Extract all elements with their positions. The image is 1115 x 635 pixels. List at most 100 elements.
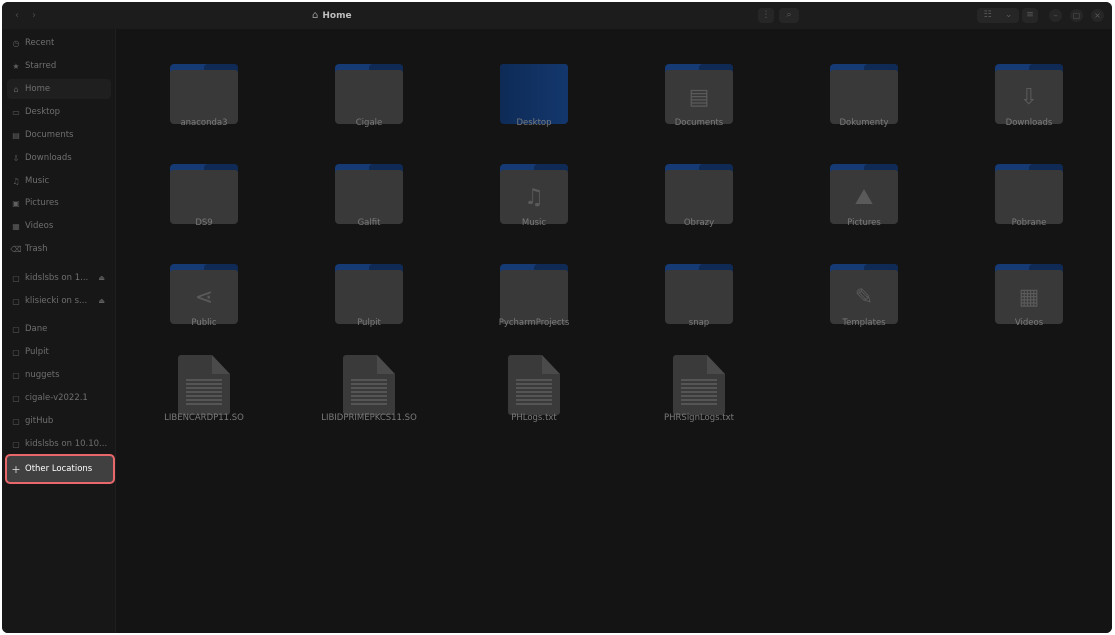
file-name: PHLogs.txt <box>511 413 557 423</box>
folder-item[interactable]: Desktop <box>469 46 599 136</box>
file-name: Pobrane <box>1011 218 1047 228</box>
sidebar-item-kidslsbs-on-10-10[interactable]: ▢ kidslsbs on 10.10... <box>7 434 111 454</box>
sidebar-item-label: Pulpit <box>25 347 49 357</box>
folder-item[interactable]: Pulpit <box>304 246 434 336</box>
sidebar-item-recent[interactable]: ◷ Recent <box>7 33 111 53</box>
sidebar-item-klisiecki-on-s[interactable]: ▢ klisiecki on s... ⏏ <box>7 291 111 311</box>
folder-item[interactable]: PycharmProjects <box>469 246 599 336</box>
file-name: Pulpit <box>357 318 381 328</box>
text-file-icon <box>508 355 560 415</box>
file-name: Music <box>521 218 547 228</box>
plus-icon: + <box>11 462 21 476</box>
file-name: Videos <box>1014 318 1044 328</box>
folder-item[interactable]: DS9 <box>139 146 269 236</box>
clock-icon: ◷ <box>12 38 20 48</box>
list-view-button[interactable]: ≡ <box>1022 8 1038 23</box>
sidebar-item-kidslsbs-on-1[interactable]: ▢ kidslsbs on 1... ⏏ <box>7 268 111 288</box>
sidebar-item-nuggets[interactable]: ▢ nuggets <box>7 365 111 385</box>
file-grid: anaconda3 Cigale Desktop ▤ Documents Dokument… <box>116 29 1112 633</box>
minimize-button[interactable]: – <box>1049 9 1062 22</box>
sidebar-item-other-locations[interactable]: + Other Locations <box>5 454 115 484</box>
sidebar-item-music[interactable]: ♫ Music <box>7 171 111 191</box>
folder-icon <box>335 164 403 224</box>
sidebar-item-label: Desktop <box>25 107 61 117</box>
sidebar-item-videos[interactable]: ▦ Videos <box>7 216 111 236</box>
folder-item[interactable]: Obrazy <box>634 146 764 236</box>
eject-icon[interactable]: ⏏ <box>98 297 105 305</box>
folder-item[interactable]: ▤ Documents <box>634 46 764 136</box>
sidebar-item-pulpit[interactable]: ▢ Pulpit <box>7 342 111 362</box>
file-name: anaconda3 <box>180 118 228 128</box>
forward-button[interactable]: › <box>28 9 40 23</box>
folder-item[interactable]: Pobrane <box>964 146 1094 236</box>
desktop-folder-icon <box>500 64 568 124</box>
folder-item[interactable]: ⛰ Pictures <box>799 146 929 236</box>
sidebar-item-github[interactable]: ▢ gitHub <box>7 411 111 431</box>
file-item[interactable]: PHLogs.txt <box>469 341 599 431</box>
sidebar-item-cigale-v2022-1[interactable]: ▢ cigale-v2022.1 <box>7 388 111 408</box>
sidebar-item-label: Downloads <box>25 153 72 163</box>
sidebar-item-downloads[interactable]: ⇩ Downloads <box>7 148 111 168</box>
trash-icon: ⌫ <box>10 244 22 254</box>
sort-icon: ☷ <box>983 10 992 20</box>
sidebar-item-desktop[interactable]: ▭ Desktop <box>7 102 111 122</box>
file-item[interactable]: LIBENCARDP11.SO <box>139 341 269 431</box>
folder-item[interactable]: snap <box>634 246 764 336</box>
folder-icon: ▢ <box>12 439 20 449</box>
folder-icon: ▢ <box>12 370 20 380</box>
folder-icon <box>500 264 568 324</box>
sidebar-item-starred[interactable]: ★ Starred <box>7 56 111 76</box>
folder-item[interactable]: anaconda3 <box>139 46 269 136</box>
close-button[interactable]: × <box>1091 9 1104 22</box>
sidebar-item-label: kidslsbs on 10.10... <box>25 439 108 449</box>
sidebar-item-label: Dane <box>25 324 48 334</box>
text-file-icon <box>178 355 230 415</box>
folder-icon: ▢ <box>12 324 20 334</box>
file-name: Public <box>191 318 217 328</box>
view-options-group[interactable]: ☷ ⌄ <box>977 8 1019 23</box>
file-name: Documents <box>674 118 724 128</box>
sidebar-item-trash[interactable]: ⌫ Trash <box>7 239 111 259</box>
search-button[interactable]: ⌕ <box>779 8 799 23</box>
eject-icon[interactable]: ⏏ <box>98 274 105 282</box>
folder-item[interactable]: Cigale <box>304 46 434 136</box>
path-bar[interactable]: ⌂ Home <box>312 8 352 24</box>
sidebar-item-dane[interactable]: ▢ Dane <box>7 319 111 339</box>
file-name: Dokumenty <box>839 118 889 128</box>
folder-item[interactable]: ▦ Videos <box>964 246 1094 336</box>
sidebar-item-label: Recent <box>25 38 55 48</box>
file-name: LIBENCARDP11.SO <box>164 413 244 423</box>
folder-icon: ▦ <box>995 264 1063 324</box>
menu-button[interactable]: ⋮ <box>758 8 774 23</box>
folder-item[interactable]: Galfit <box>304 146 434 236</box>
back-button[interactable]: ‹ <box>11 9 23 23</box>
chevron-down-icon: ⌄ <box>1004 10 1013 20</box>
text-file-icon <box>673 355 725 415</box>
folder-item[interactable]: ⋖ Public <box>139 246 269 336</box>
sidebar-item-label: Other Locations <box>25 464 93 474</box>
home-icon: ⌂ <box>312 10 319 21</box>
file-name: Templates <box>842 318 886 328</box>
file-item[interactable]: PHRSignLogs.txt <box>634 341 764 431</box>
sidebar-item-label: klisiecki on s... <box>25 296 88 306</box>
sidebar-item-documents[interactable]: ▤ Documents <box>7 125 111 145</box>
sidebar-item-pictures[interactable]: ▣ Pictures <box>7 193 111 213</box>
desktop-icon: ▭ <box>12 107 20 117</box>
folder-item[interactable]: ♫ Music <box>469 146 599 236</box>
star-icon: ★ <box>12 61 20 71</box>
sidebar-item-home[interactable]: ⌂ Home <box>7 79 111 99</box>
folder-item[interactable]: ⇩ Downloads <box>964 46 1094 136</box>
home-icon: ⌂ <box>13 84 19 94</box>
folder-item[interactable]: Dokumenty <box>799 46 929 136</box>
sidebar-item-label: Pictures <box>25 198 59 208</box>
file-name: Cigale <box>355 118 383 128</box>
file-name: Desktop <box>516 118 552 128</box>
file-item[interactable]: LIBIDPRIMEPKCS11.SO <box>304 341 434 431</box>
folder-item[interactable]: ✎ Templates <box>799 246 929 336</box>
sidebar-item-label: Home <box>25 84 51 94</box>
sidebar-item-label: Trash <box>25 244 48 254</box>
file-name: PycharmProjects <box>498 318 570 328</box>
folder-icon <box>665 264 733 324</box>
folder-icon: ▢ <box>12 416 20 426</box>
maximize-button[interactable]: ▢ <box>1070 9 1083 22</box>
